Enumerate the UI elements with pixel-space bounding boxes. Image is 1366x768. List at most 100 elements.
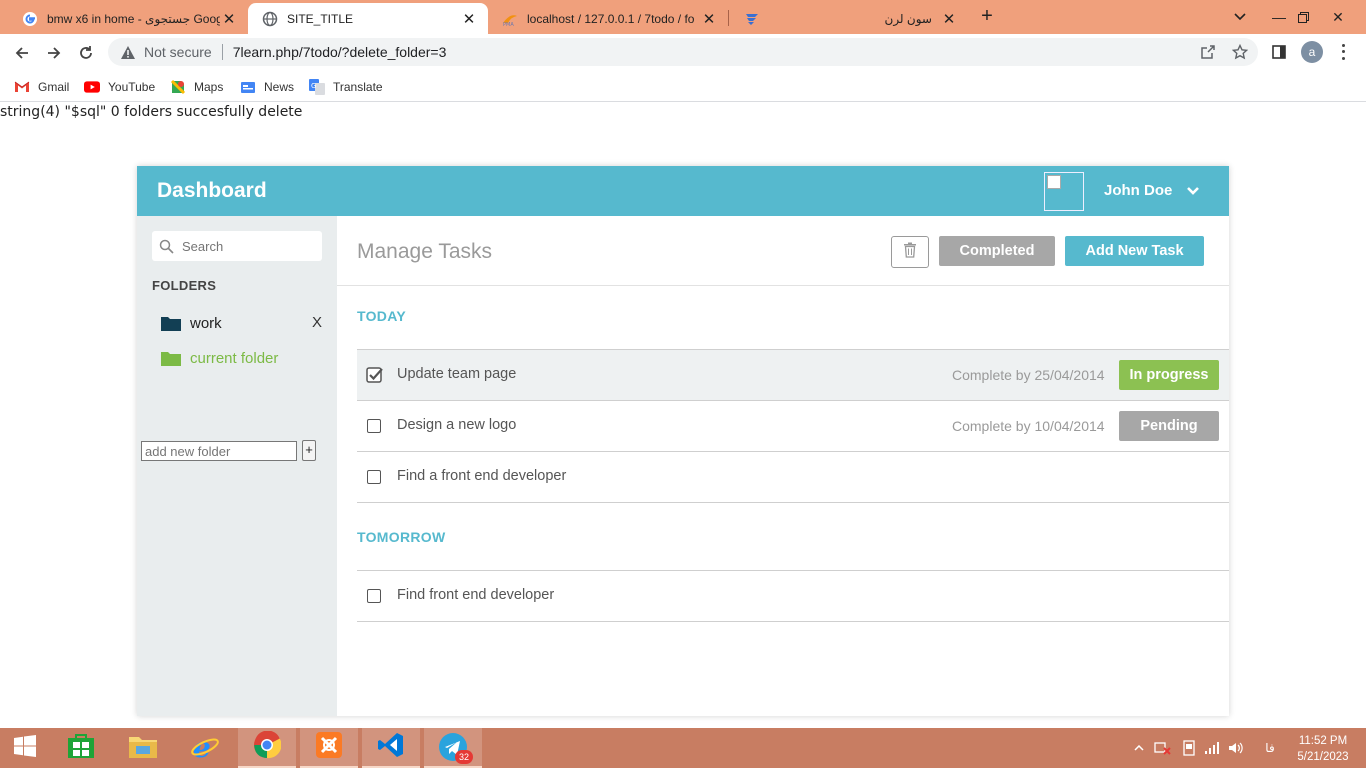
telegram-icon: 32: [438, 732, 473, 764]
side-panel-icon[interactable]: [1269, 43, 1289, 61]
address-bar[interactable]: Not secure 7learn.php/7todo/?delete_fold…: [108, 38, 1258, 66]
add-task-button[interactable]: Add New Task: [1065, 236, 1204, 266]
search-box[interactable]: [152, 231, 322, 261]
phpmyadmin-icon: PMA: [502, 11, 518, 27]
tray-language[interactable]: فا: [1258, 728, 1282, 768]
bookmark-label: YouTube: [108, 80, 156, 94]
bookmark-star-icon[interactable]: [1230, 43, 1250, 61]
section-title-tomorrow: TOMORROW: [357, 529, 446, 545]
folder-icon: [161, 350, 181, 366]
bookmark-label: News: [264, 80, 295, 94]
bookmark-translate[interactable]: G Translate: [309, 76, 383, 98]
tab-site-title[interactable]: SITE_TITLE ✕: [248, 3, 488, 34]
maps-icon: [170, 79, 186, 95]
bookmark-youtube[interactable]: YouTube: [84, 76, 155, 98]
folder-icon: [161, 315, 181, 331]
vscode-icon: [377, 731, 405, 764]
xampp-icon: [315, 731, 343, 764]
start-button[interactable]: [0, 728, 50, 768]
task-checkbox[interactable]: [367, 470, 381, 484]
taskbar-clock[interactable]: 11:52 PM 5/21/2023: [1290, 733, 1356, 765]
taskbar-chrome[interactable]: [238, 728, 296, 768]
tray-device-icon[interactable]: [1178, 728, 1200, 768]
bookmark-news[interactable]: News: [240, 76, 294, 98]
section-title-today: TODAY: [357, 308, 406, 324]
taskbar-xampp[interactable]: [300, 728, 358, 768]
task-name: Find a front end developer: [397, 468, 567, 484]
tray-signal-icon[interactable]: [1202, 728, 1222, 768]
divider: [357, 502, 1229, 503]
task-row[interactable]: Find a front end developer: [357, 451, 1229, 502]
reload-button[interactable]: [73, 40, 99, 66]
bookmark-label: Gmail: [38, 80, 70, 94]
delete-button[interactable]: [891, 236, 929, 268]
tray-overflow-icon[interactable]: [1130, 728, 1148, 768]
youtube-icon: [84, 79, 100, 95]
close-icon[interactable]: ✕: [220, 10, 238, 28]
completed-button[interactable]: Completed: [939, 236, 1055, 266]
bookmark-maps[interactable]: Maps: [170, 76, 223, 98]
store-icon: [67, 733, 95, 764]
new-tab-button[interactable]: +: [976, 5, 998, 27]
windows-icon: [13, 734, 37, 763]
taskbar-store[interactable]: [52, 728, 110, 768]
divider: [337, 285, 1229, 286]
close-icon[interactable]: ✕: [460, 10, 478, 28]
tray-volume-icon[interactable]: [1226, 728, 1246, 768]
warning-icon[interactable]: [120, 44, 136, 60]
tab-7learn[interactable]: سون لرن ✕: [730, 3, 968, 34]
main-panel: Manage Tasks Completed Add New Task TODA…: [337, 216, 1229, 716]
tab-search-chevron-icon[interactable]: [1230, 8, 1250, 26]
bookmark-gmail[interactable]: Gmail: [14, 76, 69, 98]
taskbar-vscode[interactable]: [362, 728, 420, 768]
close-window-button[interactable]: ✕: [1315, 0, 1361, 34]
task-row[interactable]: Update team page Complete by 25/04/2014 …: [357, 349, 1229, 400]
sidebar: FOLDERS work X current folder +: [137, 216, 337, 716]
close-icon[interactable]: ✕: [940, 10, 958, 28]
task-checkbox[interactable]: [367, 419, 381, 433]
taskbar-file-explorer[interactable]: [114, 728, 172, 768]
add-folder-input[interactable]: [141, 441, 297, 461]
add-folder-button[interactable]: +: [302, 440, 316, 461]
close-icon[interactable]: ✕: [700, 10, 718, 28]
task-row[interactable]: Find front end developer: [357, 570, 1229, 621]
status-badge: Pending: [1119, 411, 1219, 441]
taskbar-internet-explorer[interactable]: e: [176, 728, 234, 768]
search-input[interactable]: [182, 238, 312, 254]
bookmark-label: Translate: [333, 80, 383, 94]
news-icon: [240, 79, 256, 95]
clock-time: 11:52 PM: [1298, 735, 1348, 747]
task-name: Update team page: [397, 366, 517, 382]
tray-network-warning-icon[interactable]: [1152, 728, 1174, 768]
task-due-date: Complete by 25/04/2014: [952, 367, 1105, 383]
chevron-down-icon[interactable]: [1185, 184, 1201, 198]
folder-item-current[interactable]: current folder: [161, 347, 278, 369]
taskbar-telegram[interactable]: 32: [424, 728, 482, 768]
tab-phpmyadmin[interactable]: PMA localhost / 127.0.0.1 / 7todo / fo ✕: [488, 3, 728, 34]
debug-output: string(4) "$sql" 0 folders succesfully d…: [0, 104, 303, 120]
delete-folder-button[interactable]: X: [312, 314, 322, 331]
security-label[interactable]: Not secure: [144, 44, 212, 60]
omnibox-divider: [221, 44, 223, 60]
task-due-date: Complete by 10/04/2014: [952, 418, 1105, 434]
back-button[interactable]: [9, 40, 35, 66]
url-text[interactable]: 7learn.php/7todo/?delete_folder=3: [233, 44, 447, 60]
task-row[interactable]: Design a new logo Complete by 10/04/2014…: [357, 400, 1229, 451]
gmail-icon: [14, 79, 30, 95]
profile-avatar[interactable]: a: [1301, 41, 1323, 63]
checked-checkbox-icon[interactable]: [366, 366, 384, 384]
tab-google-search[interactable]: bmw x6 in home - جستجوی Goog ✕: [8, 3, 248, 34]
user-name[interactable]: John Doe: [1104, 182, 1172, 199]
share-icon[interactable]: [1198, 43, 1218, 61]
task-checkbox[interactable]: [367, 589, 381, 603]
tab-title: bmw x6 in home - جستجوی Goog: [47, 11, 220, 26]
browser-menu-icon[interactable]: [1336, 42, 1350, 62]
folder-icon: [128, 733, 158, 764]
app-header: Dashboard John Doe: [137, 166, 1229, 216]
forward-button[interactable]: [41, 40, 67, 66]
todo-app: Dashboard John Doe FOLDERS work X curren…: [137, 166, 1229, 716]
folder-item-work[interactable]: work: [161, 312, 222, 334]
status-badge: In progress: [1119, 360, 1219, 390]
search-icon: [158, 238, 174, 254]
folder-label: current folder: [190, 349, 279, 367]
